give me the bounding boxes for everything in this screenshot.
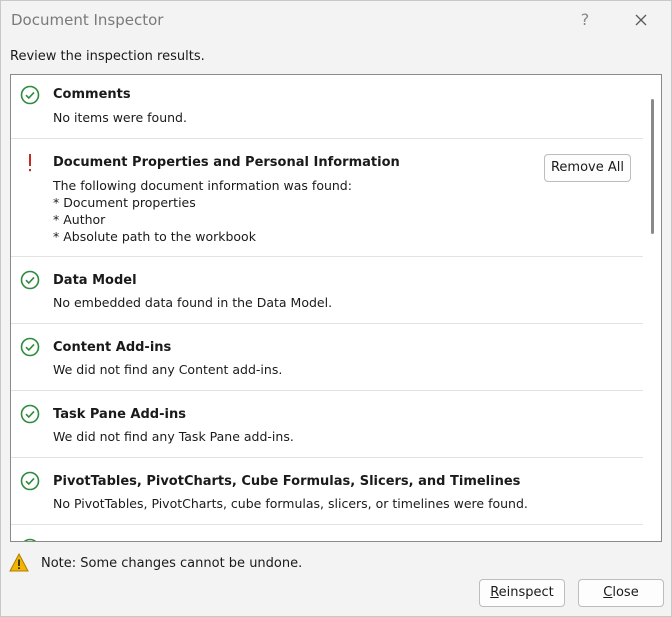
close-mnemonic: C bbox=[603, 585, 613, 600]
check-circle-icon bbox=[20, 471, 40, 491]
inspection-results-list[interactable]: Comments No items were found. Document P… bbox=[10, 74, 662, 542]
result-item-description: No PivotTables, PivotCharts, cube formul… bbox=[53, 496, 528, 511]
check-circle-icon bbox=[20, 337, 40, 357]
close-icon bbox=[635, 14, 647, 26]
results-scrollbar[interactable] bbox=[643, 75, 661, 541]
scrollbar-thumb[interactable] bbox=[651, 99, 654, 234]
result-item-data-model: Data Model No embedded data found in the… bbox=[11, 257, 643, 324]
title-bar: Document Inspector ? bbox=[1, 1, 671, 39]
result-item-title: Comments bbox=[53, 87, 131, 102]
check-circle-icon bbox=[20, 404, 40, 424]
close-button[interactable]: Close bbox=[578, 579, 664, 607]
result-item-title: Document Properties and Personal Informa… bbox=[53, 155, 400, 170]
note-text: Note: Some changes cannot be undone. bbox=[41, 556, 303, 571]
warning-triangle-icon bbox=[9, 553, 29, 572]
instructions-text: Review the inspection results. bbox=[10, 49, 205, 64]
remove-all-button[interactable]: Remove All bbox=[544, 154, 631, 182]
result-item-description: No items were found. bbox=[53, 110, 187, 125]
result-item-content-add-ins: Content Add-ins We did not find any Cont… bbox=[11, 324, 643, 391]
window-title: Document Inspector bbox=[11, 11, 164, 29]
result-item-description: The following document information was f… bbox=[53, 178, 352, 244]
help-button[interactable]: ? bbox=[569, 5, 601, 35]
result-item-title: Task Pane Add-ins bbox=[53, 407, 186, 422]
check-circle-icon bbox=[20, 85, 40, 105]
close-window-button[interactable] bbox=[625, 5, 657, 35]
reinspect-button[interactable]: Reinspect bbox=[479, 579, 565, 607]
result-item-task-pane-add-ins: Task Pane Add-ins We did not find any Ta… bbox=[11, 391, 643, 458]
result-item-pivottables: PivotTables, PivotCharts, Cube Formulas,… bbox=[11, 458, 643, 525]
reinspect-label: einspect bbox=[498, 585, 554, 600]
document-inspector-dialog: Document Inspector ? Review the inspecti… bbox=[0, 0, 672, 617]
check-circle-icon bbox=[20, 270, 40, 290]
result-item-title: Data Model bbox=[53, 273, 137, 288]
reinspect-mnemonic: R bbox=[490, 585, 499, 600]
result-item-description: We did not find any Content add-ins. bbox=[53, 362, 283, 377]
result-item-description: No embedded data found in the Data Model… bbox=[53, 295, 333, 310]
check-circle-icon bbox=[23, 538, 37, 541]
result-item-partial bbox=[11, 525, 643, 541]
exclamation-icon bbox=[29, 154, 31, 172]
result-item-comments: Comments No items were found. bbox=[11, 75, 643, 139]
result-item-title: PivotTables, PivotCharts, Cube Formulas,… bbox=[53, 474, 521, 489]
result-item-title: Content Add-ins bbox=[53, 340, 172, 355]
close-label: lose bbox=[612, 585, 639, 600]
result-item-description: We did not find any Task Pane add-ins. bbox=[53, 429, 294, 444]
